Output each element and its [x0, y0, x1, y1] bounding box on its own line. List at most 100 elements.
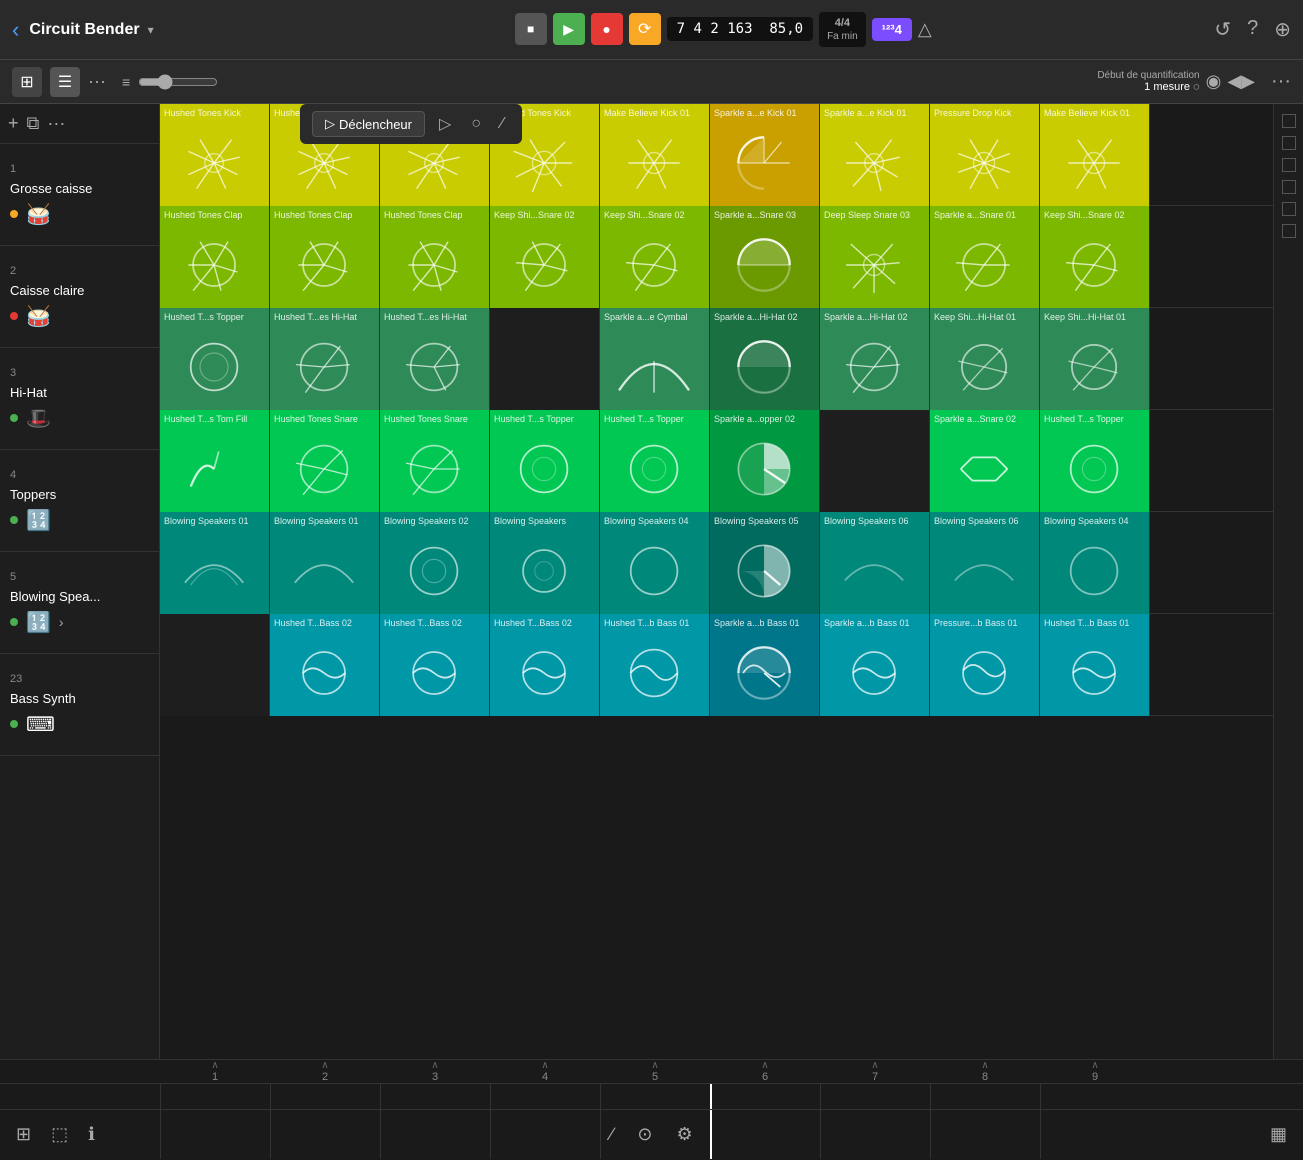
trigger-button[interactable]: ▷ Déclencheur	[312, 111, 425, 137]
clip-3-8[interactable]: Hushed T...s Topper	[1040, 410, 1150, 512]
add-track-button[interactable]: +	[8, 113, 19, 134]
clip-5-0[interactable]	[160, 614, 270, 716]
mute-row-0[interactable]	[1282, 114, 1296, 128]
clip-4-3[interactable]: Blowing Speakers	[490, 512, 600, 614]
mixer-button[interactable]: ⚙	[672, 1120, 696, 1149]
clip-1-2[interactable]: Hushed Tones Clap	[380, 206, 490, 308]
clip-5-1[interactable]: Hushed T...Bass 02	[270, 614, 380, 716]
clip-2-4[interactable]: Sparkle a...e Cymbal	[600, 308, 710, 410]
undo-icon[interactable]: ↺	[1214, 17, 1231, 42]
clip-2-5[interactable]: Sparkle a...Hi-Hat 02	[710, 308, 820, 410]
clip-5-7[interactable]: Pressure...b Bass 01	[930, 614, 1040, 716]
clip-2-2[interactable]: Hushed T...es Hi-Hat	[380, 308, 490, 410]
clip-2-0[interactable]: Hushed T...s Topper	[160, 308, 270, 410]
tuner-icon[interactable]: △	[918, 19, 932, 40]
clip-1-0[interactable]: Hushed Tones Clap	[160, 206, 270, 308]
clip-1-1[interactable]: Hushed Tones Clap	[270, 206, 380, 308]
clip-1-3[interactable]: Keep Shi...Snare 02	[490, 206, 600, 308]
stop-button[interactable]: ■	[515, 13, 547, 45]
clip-0-8[interactable]: Make Believe Kick 01	[1040, 104, 1150, 206]
clip-0-5[interactable]: Sparkle a...e Kick 01	[710, 104, 820, 206]
clip-0-7[interactable]: Pressure Drop Kick	[930, 104, 1040, 206]
grid-bottom-button[interactable]: ⊞	[12, 1120, 35, 1149]
project-chevron-icon[interactable]: ▾	[148, 23, 154, 37]
trigger-icon-2[interactable]: ○	[465, 111, 487, 137]
eq-slider[interactable]	[138, 74, 218, 90]
mute-row-3[interactable]	[1282, 180, 1296, 194]
clip-4-6[interactable]: Blowing Speakers 06	[820, 512, 930, 614]
mute-row-5[interactable]	[1282, 224, 1296, 238]
grid-view-button[interactable]: ⊞	[12, 67, 42, 97]
key-badge[interactable]: ¹²³4	[872, 18, 912, 41]
clip-2-3[interactable]	[490, 308, 600, 410]
track-controls-23: ⌨	[10, 712, 149, 737]
clip-1-6[interactable]: Deep Sleep Snare 03	[820, 206, 930, 308]
trigger-icon-3[interactable]: ∕	[495, 111, 510, 137]
clip-4-4[interactable]: Blowing Speakers 04	[600, 512, 710, 614]
clip-4-8[interactable]: Blowing Speakers 04	[1040, 512, 1150, 614]
list-view-button[interactable]: ☰	[50, 67, 80, 97]
track-expand-5[interactable]: ›	[59, 614, 64, 630]
clip-3-7[interactable]: Sparkle a...Snare 02	[930, 410, 1040, 512]
mute-row-2[interactable]	[1282, 158, 1296, 172]
more-options-button[interactable]: ···	[88, 71, 106, 92]
clip-5-2[interactable]: Hushed T...Bass 02	[380, 614, 490, 716]
clip-3-3[interactable]: Hushed T...s Topper	[490, 410, 600, 512]
metronome-icon[interactable]: ◉	[1206, 71, 1222, 92]
more-button-2[interactable]: ···	[1271, 70, 1291, 93]
clip-3-2[interactable]: Hushed Tones Snare	[380, 410, 490, 512]
clip-2-7[interactable]: Keep Shi...Hi-Hat 01	[930, 308, 1040, 410]
quantize-value[interactable]: 1 mesure ◌	[1097, 81, 1199, 93]
tempo-button[interactable]: ⊙	[633, 1120, 656, 1149]
clip-3-1[interactable]: Hushed Tones Snare	[270, 410, 380, 512]
clip-5-3[interactable]: Hushed T...Bass 02	[490, 614, 600, 716]
info-button[interactable]: ℹ	[84, 1120, 99, 1149]
track-item-5[interactable]: 5 Blowing Spea... 🔢 ›	[0, 552, 159, 654]
mute-row-1[interactable]	[1282, 136, 1296, 150]
clip-2-6[interactable]: Sparkle a...Hi-Hat 02	[820, 308, 930, 410]
clip-3-6[interactable]	[820, 410, 930, 512]
clip-3-5[interactable]: Sparkle a...opper 02	[710, 410, 820, 512]
clip-4-5[interactable]: Blowing Speakers 05	[710, 512, 820, 614]
trigger-icon-1[interactable]: ▷	[433, 110, 457, 138]
top-right-icons: ↺ ? ⊕	[1214, 17, 1291, 42]
track-item-2[interactable]: 2 Caisse claire 🥁	[0, 246, 159, 348]
track-item-23[interactable]: 23 Bass Synth ⌨	[0, 654, 159, 756]
clip-4-1[interactable]: Blowing Speakers 01	[270, 512, 380, 614]
pencil-button[interactable]: ∕	[606, 1120, 617, 1149]
record-button[interactable]: ●	[591, 13, 623, 45]
clip-2-8[interactable]: Keep Shi...Hi-Hat 01	[1040, 308, 1150, 410]
mute-row-4[interactable]	[1282, 202, 1296, 216]
loop-button[interactable]: ⟳	[629, 13, 661, 45]
clip-4-7[interactable]: Blowing Speakers 06	[930, 512, 1040, 614]
track-item-1[interactable]: 1 Grosse caisse 🥁	[0, 144, 159, 246]
play-button[interactable]: ▶	[553, 13, 585, 45]
back-button[interactable]: ‹	[12, 17, 19, 43]
clip-3-4[interactable]: Hushed T...s Topper	[600, 410, 710, 512]
help-icon[interactable]: ?	[1247, 17, 1258, 42]
clip-0-0[interactable]: Hushed Tones Kick	[160, 104, 270, 206]
clip-0-4[interactable]: Make Believe Kick 01	[600, 104, 710, 206]
clip-1-5[interactable]: Sparkle a...Snare 03	[710, 206, 820, 308]
bottom-timeline: 1 2 3 4 5 6 7 8 9 ⊞ ⬚ ℹ ∕ ⊙ ⚙ ▦	[0, 1059, 1303, 1159]
clip-3-0[interactable]: Hushed T...s Tom Fill	[160, 410, 270, 512]
layers-button[interactable]: ⬚	[47, 1120, 72, 1149]
clip-2-1[interactable]: Hushed T...es Hi-Hat	[270, 308, 380, 410]
track-more-button[interactable]: ···	[47, 113, 65, 134]
clip-5-5[interactable]: Sparkle a...b Bass 01	[710, 614, 820, 716]
copy-track-button[interactable]: ⧉	[27, 113, 40, 134]
clip-1-8[interactable]: Keep Shi...Snare 02	[1040, 206, 1150, 308]
settings-icon[interactable]: ⊕	[1274, 17, 1291, 42]
clip-1-7[interactable]: Sparkle a...Snare 01	[930, 206, 1040, 308]
clip-0-6[interactable]: Sparkle a...e Kick 01	[820, 104, 930, 206]
clip-5-6[interactable]: Sparkle a...b Bass 01	[820, 614, 930, 716]
clip-4-2[interactable]: Blowing Speakers 02	[380, 512, 490, 614]
clip-1-4[interactable]: Keep Shi...Snare 02	[600, 206, 710, 308]
track-item-4[interactable]: 4 Toppers 🔢	[0, 450, 159, 552]
clip-5-4[interactable]: Hushed T...b Bass 01	[600, 614, 710, 716]
clip-4-0[interactable]: Blowing Speakers 01	[160, 512, 270, 614]
track-item-3[interactable]: 3 Hi-Hat 🎩	[0, 348, 159, 450]
piano-roll-button[interactable]: ▦	[1266, 1120, 1291, 1149]
volume-icon[interactable]: ◀▶	[1227, 71, 1255, 92]
clip-5-8[interactable]: Hushed T...b Bass 01	[1040, 614, 1150, 716]
